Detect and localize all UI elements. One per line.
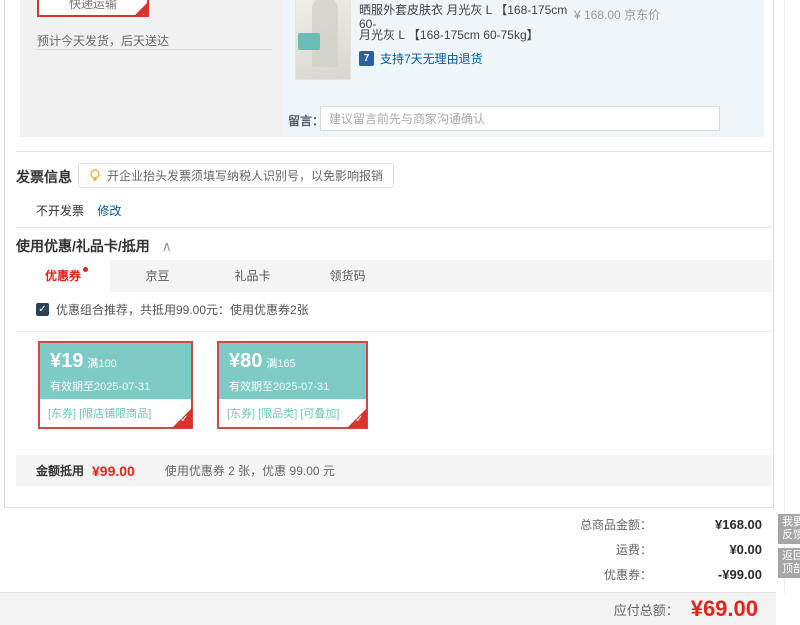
shipping-option-selected[interactable]: 快递运输 ✓ (37, 0, 149, 17)
coupon-19-top: ¥19 满100 有效期至2025-07-31 (40, 343, 191, 399)
shipping-fee-label: 运费： (615, 543, 652, 557)
feedback-button[interactable]: 我要反馈 (778, 514, 800, 544)
product-image[interactable] (295, 0, 351, 80)
shipping-fee-value: ¥0.00 (729, 542, 762, 557)
divider (16, 227, 772, 228)
payable-value: ¥69.00 (690, 596, 758, 621)
discount-summary-amount: ¥99.00 (92, 462, 135, 479)
invoice-tip: 开企业抬头发票须填写纳税人识别号，以免影响报销 (78, 163, 395, 188)
invoice-tip-text: 开企业抬头发票须填写纳税人识别号，以免影响报销 (107, 169, 384, 183)
message-input[interactable] (320, 106, 720, 131)
collapse-caret-icon[interactable]: ∧ (162, 238, 172, 254)
coupon-19-amount: ¥19 (50, 350, 84, 372)
coupon-card-80[interactable]: ¥80 满165 有效期至2025-07-31 [东券] [限品类] [可叠加] … (217, 341, 368, 429)
combo-recommend-row: ✓ 优惠组合推荐，共抵用99.00元：使用优惠券2张 (36, 301, 309, 318)
tab-jingdou-label: 京豆 (145, 269, 170, 283)
payable-label: 应付总额： (613, 602, 679, 618)
order-totals: 总商品金额： ¥168.00 运费： ¥0.00 优惠券： -¥99.00 (400, 512, 762, 587)
divider (36, 49, 272, 50)
discount-title-text: 使用优惠/礼品卡/抵用 (16, 238, 150, 254)
product-image-badge (298, 33, 320, 50)
tab-coupon-label: 优惠券 (44, 269, 81, 283)
shipping-panel (20, 0, 283, 137)
total-goods-label: 总商品金额： (579, 518, 652, 532)
return-policy-label: 支持7天无理由退货 (380, 52, 483, 66)
discount-tabbar: 优惠券 京豆 礼品卡 领货码 (16, 260, 772, 292)
invoice-current-row: 不开发票 修改 (36, 202, 121, 219)
seven-day-icon: 7 (359, 51, 374, 66)
delivery-estimate: 预计今天发货，后天送达 (37, 34, 170, 48)
discount-summary-bar: 金额抵用 ¥99.00 使用优惠券 2 张，优惠 99.00 元 (16, 455, 772, 486)
coupon-deduction-value: -¥99.00 (717, 567, 762, 582)
coupon-80-condition: 满165 (266, 358, 296, 370)
invoice-modify-link[interactable]: 修改 (97, 204, 121, 218)
coupon-80-tags: [东券] [限品类] [可叠加] (227, 408, 340, 420)
check-icon: ✓ (355, 414, 364, 425)
product-title-line1[interactable]: 晒服外套皮肤衣 月光灰 L 【168-175cm 60- (359, 3, 571, 31)
shipping-fee-row: 运费： ¥0.00 (400, 537, 762, 562)
divider (16, 331, 772, 332)
coupon-card-19[interactable]: ¥19 满100 有效期至2025-07-31 [东券] [限店铺限商品] ✓ (38, 341, 193, 429)
coupon-80-amount: ¥80 (229, 350, 263, 372)
check-icon: ✓ (180, 414, 189, 425)
combo-recommend-text: 优惠组合推荐，共抵用99.00元：使用优惠券2张 (56, 303, 309, 317)
coupon-deduction-label: 优惠券： (603, 568, 652, 582)
coupon-19-selected-badge: ✓ (172, 408, 192, 428)
page-right-divider (784, 0, 785, 593)
divider (16, 151, 772, 152)
tab-coupon[interactable]: 优惠券 (16, 260, 110, 292)
coupon-80-validity: 有效期至2025-07-31 (229, 381, 330, 393)
coupon-80-top: ¥80 满165 有效期至2025-07-31 (219, 343, 366, 399)
discount-summary-label: 金额抵用 (36, 464, 85, 478)
back-to-top-button[interactable]: 返回顶部 (778, 548, 800, 578)
price-suffix: 京东价 (624, 8, 661, 22)
discount-summary-detail: 使用优惠券 2 张，优惠 99.00 元 (164, 464, 335, 478)
coupon-19-condition: 满100 (87, 358, 117, 370)
check-icon: ✓ (139, 12, 146, 17)
coupon-deduction-row: 优惠券： -¥99.00 (400, 562, 762, 587)
total-goods-row: 总商品金额： ¥168.00 (400, 512, 762, 537)
message-label: 留言： (288, 114, 325, 128)
total-goods-value: ¥168.00 (715, 517, 762, 532)
product-title-line2[interactable]: 月光灰 L 【168-175cm 60-75kg】 (359, 28, 571, 42)
tab-giftcard-label: 礼品卡 (234, 269, 271, 283)
return-policy-row: 7 支持7天无理由退货 (359, 50, 483, 67)
invoice-section-title: 发票信息 (16, 169, 72, 185)
tab-new-dot (83, 267, 88, 272)
bulb-icon (90, 168, 100, 180)
invoice-current: 不开发票 (36, 204, 85, 218)
combo-checkbox[interactable]: ✓ (36, 303, 49, 316)
price-value: ¥ 168.00 (574, 8, 621, 22)
product-price: ¥ 168.00 京东价 (574, 6, 660, 23)
shipping-option-label: 快递运输 (68, 0, 117, 11)
coupon-19-validity: 有效期至2025-07-31 (50, 381, 151, 393)
coupon-80-selected-badge: ✓ (347, 408, 367, 428)
tab-giftcard[interactable]: 礼品卡 (205, 260, 300, 292)
coupon-19-tags: [东券] [限店铺限商品] (48, 408, 152, 420)
tab-pickup-code[interactable]: 领货码 (300, 260, 395, 292)
tab-pickup-code-label: 领货码 (329, 269, 366, 283)
discount-section-title: 使用优惠/礼品卡/抵用 ∧ (16, 236, 172, 256)
selected-corner-badge: ✓ (134, 2, 147, 17)
tab-jingdou[interactable]: 京豆 (110, 260, 205, 292)
payable-bar: 应付总额： ¥69.00 (0, 592, 776, 625)
